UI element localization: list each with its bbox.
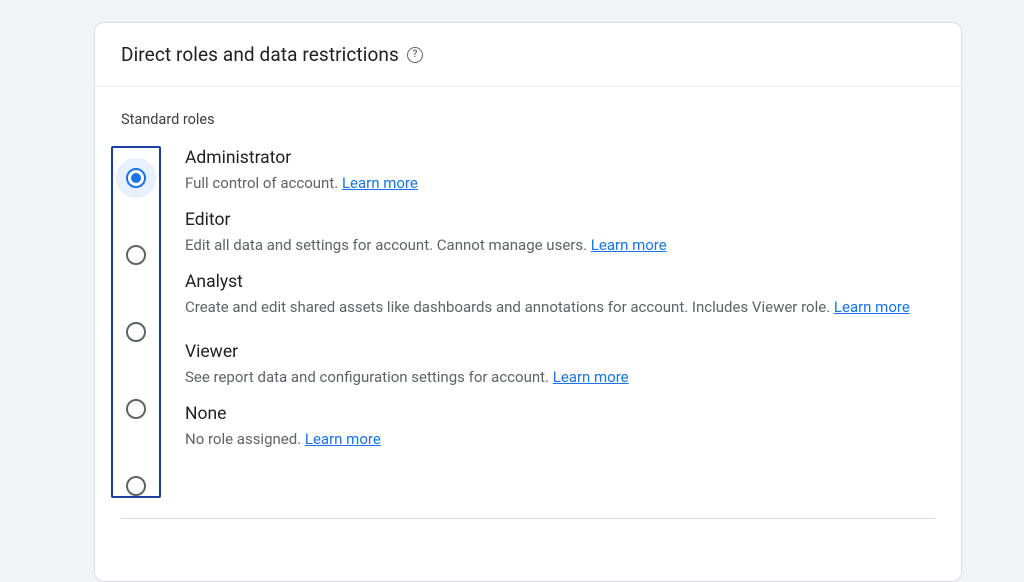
- section-label: Standard roles: [121, 111, 935, 128]
- role-title: None: [185, 402, 910, 427]
- role-item-editor: Editor Edit all data and settings for ac…: [185, 208, 910, 258]
- role-title: Editor: [185, 208, 910, 233]
- role-item-none: None No role assigned. Learn more: [185, 402, 910, 452]
- role-description: Full control of account. Learn more: [185, 171, 910, 197]
- section-divider: [121, 518, 935, 519]
- role-title: Viewer: [185, 340, 910, 365]
- role-item-analyst: Analyst Create and edit shared assets li…: [185, 270, 910, 328]
- card-title: Direct roles and data restrictions: [121, 43, 399, 66]
- roles-card: Direct roles and data restrictions ? Sta…: [94, 22, 962, 582]
- roles-text: Administrator Full control of account. L…: [185, 146, 910, 498]
- radio-viewer[interactable]: [126, 399, 146, 419]
- radio-none[interactable]: [126, 476, 146, 496]
- radio-dot-icon: [131, 173, 141, 183]
- radio-column-highlight: [111, 146, 161, 498]
- role-title: Analyst: [185, 270, 910, 295]
- radio-analyst[interactable]: [126, 322, 146, 342]
- learn-more-link[interactable]: Learn more: [834, 298, 910, 316]
- card-header: Direct roles and data restrictions ?: [95, 23, 961, 87]
- radio-administrator-halo: [116, 158, 156, 198]
- radio-administrator[interactable]: [126, 168, 146, 188]
- card-body: Standard roles Administrator Full contro…: [95, 87, 961, 537]
- roles-wrap: Administrator Full control of account. L…: [111, 146, 935, 498]
- role-description: Edit all data and settings for account. …: [185, 233, 910, 259]
- role-title: Administrator: [185, 146, 910, 171]
- help-icon[interactable]: ?: [407, 47, 423, 63]
- radio-editor[interactable]: [126, 245, 146, 265]
- role-description: Create and edit shared assets like dashb…: [185, 295, 910, 321]
- learn-more-link[interactable]: Learn more: [342, 174, 418, 192]
- role-item-viewer: Viewer See report data and configuration…: [185, 340, 910, 390]
- learn-more-link[interactable]: Learn more: [553, 368, 629, 386]
- role-description: No role assigned. Learn more: [185, 427, 910, 453]
- role-item-administrator: Administrator Full control of account. L…: [185, 146, 910, 196]
- role-description: See report data and configuration settin…: [185, 365, 910, 391]
- learn-more-link[interactable]: Learn more: [591, 236, 667, 254]
- learn-more-link[interactable]: Learn more: [305, 430, 381, 448]
